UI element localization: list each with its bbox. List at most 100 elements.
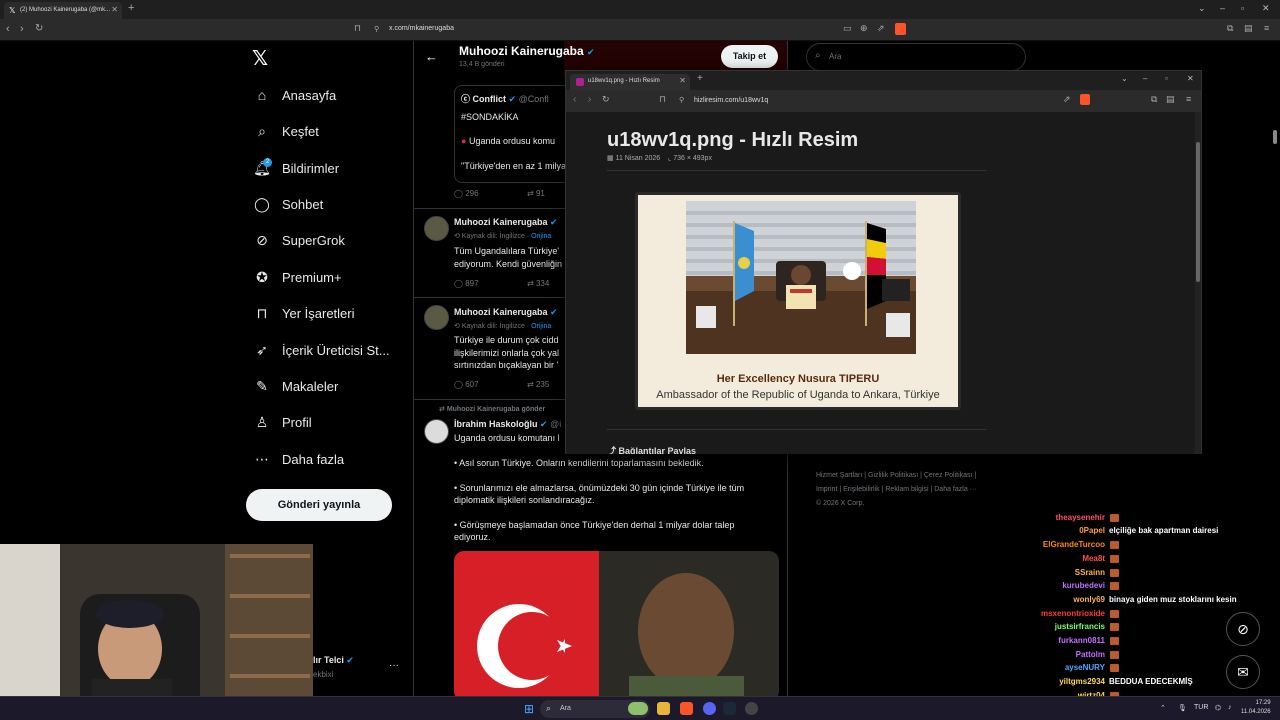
share-icon[interactable]: ⇗ <box>877 23 885 34</box>
footer-links-1[interactable]: Hizmet Şartları | Gizlilik Politikası | … <box>816 469 1016 483</box>
network-icon[interactable]: ⌬ <box>1215 704 1221 712</box>
chat-username[interactable]: Pattolm <box>1076 650 1105 659</box>
microphone-icon[interactable]: 🎙︎ <box>1178 704 1187 712</box>
sidebar-item-creator-studio[interactable]: ➶ İçerik Üreticisi St... <box>252 339 390 361</box>
sidebar-item-home[interactable]: ⌂ Anasayfa <box>252 84 336 106</box>
reload-icon[interactable]: ↻ <box>35 23 43 34</box>
menu-icon[interactable]: ≡ <box>1264 23 1269 33</box>
chat-username[interactable]: msxenontrioxide <box>1041 609 1105 618</box>
new-tab-button[interactable]: + <box>697 73 703 84</box>
minimize-button[interactable]: – <box>1220 3 1225 13</box>
tab-list-icon[interactable]: ⌄ <box>1198 3 1206 14</box>
menu-icon[interactable]: ≡ <box>1186 94 1191 104</box>
account-name[interactable]: lır Telci ✔ <box>313 655 354 666</box>
chat-username[interactable]: yiltgms2934 <box>1059 677 1105 686</box>
tweet-author[interactable]: Muhoozi Kainerugaba ✔ <box>454 307 558 318</box>
obs-icon[interactable] <box>745 702 758 715</box>
back-icon[interactable]: ‹ <box>6 23 10 35</box>
reply-count[interactable]: ◯ 607 <box>454 380 479 389</box>
forward-icon[interactable]: › <box>588 94 591 105</box>
avatar[interactable] <box>424 305 449 330</box>
grok-fab-icon[interactable]: ⊘ <box>1226 612 1260 646</box>
share-icon[interactable]: ⇗ <box>1063 94 1071 105</box>
post-button[interactable]: Gönderi yayınla <box>246 489 392 521</box>
file-explorer-icon[interactable] <box>657 702 670 715</box>
bookmark-page-icon[interactable]: ⊓ <box>354 23 361 34</box>
sidebar-item-notifications[interactable]: 🔔︎ 2 Bildirimler <box>252 157 339 179</box>
steam-icon[interactable] <box>723 702 736 715</box>
maximize-button[interactable]: ▫ <box>1241 3 1244 13</box>
widget-icon[interactable] <box>628 702 648 715</box>
avatar[interactable] <box>424 419 449 444</box>
tab-list-icon[interactable]: ⌄ <box>1121 74 1128 83</box>
messages-fab-icon[interactable]: ✉ <box>1226 655 1260 689</box>
reply-count[interactable]: ◯ 296 <box>454 189 479 198</box>
footer-links-2[interactable]: İmprint | Erişilebilirlik | Reklam bilgi… <box>816 483 1016 497</box>
close-window-button[interactable]: ✕ <box>1187 74 1194 83</box>
sidebar-item-explore[interactable]: ⌕ Keşfet <box>252 120 319 142</box>
maximize-button[interactable]: ▫ <box>1165 74 1168 83</box>
sidebar-item-more[interactable]: ⋯ Daha fazla <box>252 448 344 470</box>
sidebar-item-premium[interactable]: ✪ Premium+ <box>252 266 341 288</box>
chat-username[interactable]: 0Papel <box>1079 526 1105 535</box>
extensions-icon[interactable]: ⧉ <box>1151 94 1157 105</box>
popup-scrollbar[interactable] <box>1195 112 1201 454</box>
site-info-icon[interactable]: ⚲ <box>679 96 684 104</box>
tray-chevron-icon[interactable]: ⌃ <box>1160 704 1166 712</box>
sidebar-item-articles[interactable]: ✎ Makaleler <box>252 375 338 397</box>
retweet-count[interactable]: ⇄ 334 <box>527 279 549 288</box>
browser-tab[interactable]: 𝕏 (2) Muhoozi Kainerugaba (@mk... ✕ <box>4 2 122 19</box>
brave-shield-icon[interactable] <box>895 23 906 35</box>
x-logo-icon[interactable]: 𝕏 <box>252 46 268 71</box>
tweet-author[interactable]: İbrahim Haskoloğlu ✔ @i <box>454 419 561 430</box>
close-tab-icon[interactable]: ✕ <box>679 76 686 85</box>
discord-icon[interactable] <box>703 702 716 715</box>
retweet-count[interactable]: ⇄ 91 <box>527 189 545 198</box>
forward-icon[interactable]: › <box>20 23 24 35</box>
extensions-icon[interactable]: ⧉ <box>1227 23 1233 34</box>
chat-username[interactable]: SSrainn <box>1075 568 1105 577</box>
url-field[interactable]: x.com/mkainerugaba <box>389 25 454 32</box>
zoom-icon[interactable]: ⊕ <box>860 23 868 34</box>
back-arrow-icon[interactable]: ← <box>425 49 438 64</box>
account-more-icon[interactable]: ··· <box>389 660 399 671</box>
chat-username[interactable]: ayseNURY <box>1065 663 1105 672</box>
reload-icon[interactable]: ↻ <box>602 94 610 105</box>
image-card[interactable]: Her Excellency Nusura TIPERU Ambassador … <box>635 192 961 410</box>
sidebar-item-bookmarks[interactable]: ⊓ Yer İşaretleri <box>252 302 355 324</box>
chat-username[interactable]: Mea8t <box>1082 554 1105 563</box>
page-scrollbar[interactable] <box>1273 130 1277 144</box>
chat-username[interactable]: justsirfrancis <box>1055 622 1105 631</box>
close-window-button[interactable]: ✕ <box>1262 3 1270 14</box>
follow-button[interactable]: Takip et <box>721 45 778 68</box>
clock[interactable]: 17:29 11.04.2026 <box>1241 699 1271 717</box>
chat-username[interactable]: wonly69 <box>1073 595 1105 604</box>
url-field[interactable]: hizliresim.com/u18wv1q <box>694 97 768 104</box>
language-indicator[interactable]: TUR <box>1194 704 1208 711</box>
chat-username[interactable]: theaysenehir <box>1056 513 1105 522</box>
sidebar-item-chat[interactable]: ◯ Sohbet <box>252 193 323 215</box>
chat-username[interactable]: furkann0811 <box>1058 636 1105 645</box>
chat-username[interactable]: kurubedevi <box>1062 581 1105 590</box>
tweet-author[interactable]: Muhoozi Kainerugaba ✔ <box>454 217 558 228</box>
cast-icon[interactable]: ▭ <box>843 23 852 34</box>
brave-browser-icon[interactable] <box>680 702 693 715</box>
popup-tab[interactable]: u18wv1q.png - Hızlı Resim ✕ <box>570 74 690 90</box>
brave-shield-icon[interactable] <box>1080 94 1090 105</box>
bookmark-page-icon[interactable]: ⊓ <box>659 94 666 105</box>
retweet-count[interactable]: ⇄ 235 <box>527 380 549 389</box>
sidebar-item-supergrok[interactable]: ⊘ SuperGrok <box>252 229 345 251</box>
sidebar-toggle-icon[interactable]: ▤ <box>1244 23 1253 34</box>
tweet-media-image[interactable] <box>454 551 779 696</box>
windows-start-icon[interactable]: ⊞ <box>524 702 534 716</box>
new-tab-button[interactable]: + <box>128 2 134 14</box>
sidebar-item-profile[interactable]: ♙ Profil <box>252 411 312 433</box>
avatar[interactable] <box>424 216 449 241</box>
close-tab-icon[interactable]: ✕ <box>111 5 118 14</box>
search-input[interactable]: ⌕ Ara <box>806 43 1026 71</box>
sidebar-toggle-icon[interactable]: ▤ <box>1166 94 1175 105</box>
back-icon[interactable]: ‹ <box>573 94 576 105</box>
site-info-icon[interactable]: ⚲ <box>374 25 379 33</box>
minimize-button[interactable]: – <box>1143 74 1147 83</box>
chat-username[interactable]: ElGrandeTurcoo <box>1043 540 1105 549</box>
